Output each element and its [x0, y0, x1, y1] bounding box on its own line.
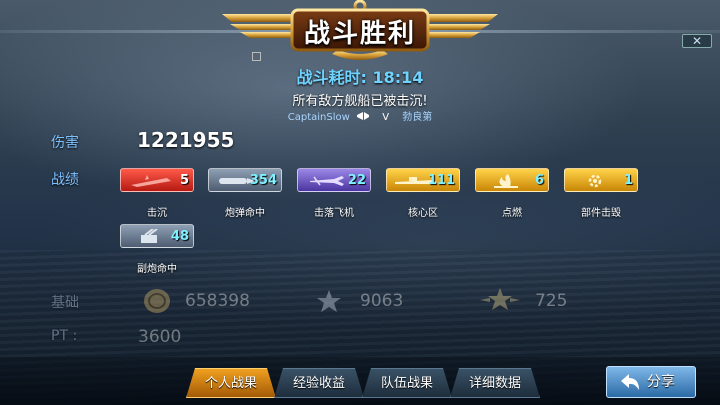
fire-icon — [494, 174, 518, 188]
tab-team-results[interactable]: 队伍战果 — [362, 368, 452, 398]
share-arrow-icon — [621, 374, 639, 390]
opponent-name: 勃良第 — [402, 112, 433, 123]
tab-personal-results[interactable]: 个人战果 — [186, 368, 276, 398]
victory-banner: 战斗胜利 — [222, 0, 498, 62]
module-destroyed-icon — [588, 174, 602, 188]
badge-value: 22 — [347, 173, 366, 188]
badge-label: 点燃 — [502, 208, 522, 219]
player-name: CaptainSlow — [287, 112, 350, 123]
versus-label: V — [382, 112, 390, 123]
badge-label: 炮弹命中 — [225, 208, 265, 219]
badge-label: 副炮命中 — [137, 264, 177, 275]
share-label: 分享 — [647, 374, 675, 390]
player-vs-row: CaptainSlow V 勃良第 — [0, 108, 720, 123]
badge-shell-hit[interactable]: 354 — [208, 168, 282, 192]
badge-label: 部件击毁 — [581, 208, 621, 219]
tab-detailed-data[interactable]: 详细数据 — [450, 368, 540, 398]
battle-duration: 战斗耗时: 18:14 — [296, 68, 424, 87]
pt-label: PT : — [51, 328, 78, 344]
badge-value: 48 — [170, 229, 189, 244]
plane-shotdown-icon — [310, 176, 344, 186]
record-label: 战绩 — [51, 172, 79, 188]
basis-label: 基础 — [51, 295, 79, 311]
commander-xp-value: 725 — [535, 291, 568, 311]
damage-label: 伤害 — [51, 135, 79, 151]
tab-experience[interactable]: 经验收益 — [274, 368, 364, 398]
battle-result-text: 所有敌方舰船已被击沉! — [292, 94, 428, 109]
cursor-marker — [252, 52, 261, 61]
badge-value: 5 — [179, 173, 189, 188]
badge-fire[interactable]: 6 — [475, 168, 549, 192]
xp-value: 9063 — [360, 291, 404, 311]
badge-citadel[interactable]: 111 — [386, 168, 460, 192]
badge-value: 6 — [534, 173, 544, 188]
badge-label: 击落飞机 — [314, 208, 354, 219]
badge-label: 击沉 — [147, 208, 167, 219]
victory-title: 战斗胜利 — [303, 19, 416, 49]
badge-label: 核心区 — [408, 208, 438, 219]
secondary-hit-icon — [141, 229, 158, 243]
badge-value: 354 — [249, 173, 277, 188]
commander-xp-icon — [480, 288, 520, 310]
damage-value: 1221955 — [137, 128, 235, 152]
sunk-ship-icon — [131, 175, 171, 187]
share-button[interactable]: 分享 — [606, 366, 696, 398]
badge-plane-shotdown[interactable]: 22 — [297, 168, 371, 192]
pt-value: 3600 — [138, 327, 182, 347]
badge-value: 111 — [427, 173, 455, 188]
badge-secondary-hit[interactable]: 48 — [120, 224, 194, 248]
badge-sunk[interactable]: 5 — [120, 168, 194, 192]
close-button[interactable]: ✕ — [682, 34, 712, 48]
ship-class-icon — [357, 112, 369, 120]
credits-value: 658398 — [185, 291, 250, 311]
xp-star-icon — [317, 290, 341, 312]
credits-icon — [144, 289, 170, 313]
badge-module-destroyed[interactable]: 1 — [564, 168, 638, 192]
badge-value: 1 — [623, 173, 633, 188]
